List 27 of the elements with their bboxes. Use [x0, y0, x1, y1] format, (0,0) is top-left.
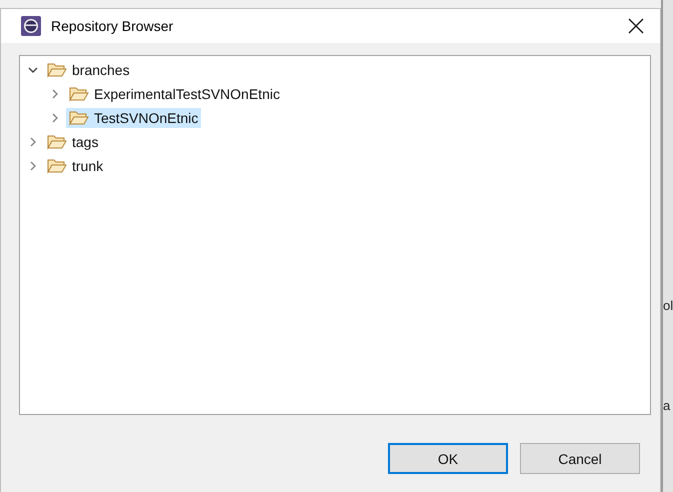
tree-item[interactable]: TestSVNOnEtnic	[66, 108, 202, 128]
chevron-right-icon[interactable]	[28, 137, 38, 147]
folder-icon	[69, 86, 89, 102]
folder-icon	[47, 134, 67, 150]
cancel-button[interactable]: Cancel	[520, 443, 640, 474]
background-text: a	[663, 398, 672, 413]
tree-item-label: branches	[72, 62, 130, 78]
tree-item[interactable]: ExperimentalTestSVNOnEtnic	[66, 84, 283, 104]
tree-item[interactable]: trunk	[44, 156, 106, 176]
tree-item-label: tags	[72, 134, 98, 150]
chevron-down-icon[interactable]	[28, 65, 38, 75]
background-text: ol	[663, 298, 673, 313]
tree-item-label: trunk	[72, 158, 104, 174]
tree-item[interactable]: branches	[44, 60, 133, 80]
ok-button[interactable]: OK	[388, 443, 508, 474]
folder-icon	[69, 110, 89, 126]
tree-item-label: TestSVNOnEtnic	[94, 110, 198, 126]
chevron-right-icon[interactable]	[50, 113, 60, 123]
chevron-right-icon[interactable]	[28, 161, 38, 171]
tree-item-label: ExperimentalTestSVNOnEtnic	[94, 86, 280, 102]
window-title: Repository Browser	[51, 18, 174, 34]
close-icon[interactable]	[628, 18, 644, 34]
tree-item[interactable]: tags	[44, 132, 102, 152]
app-icon	[21, 16, 41, 36]
folder-icon	[47, 62, 67, 78]
folder-icon	[47, 158, 67, 174]
chevron-right-icon[interactable]	[50, 89, 60, 99]
